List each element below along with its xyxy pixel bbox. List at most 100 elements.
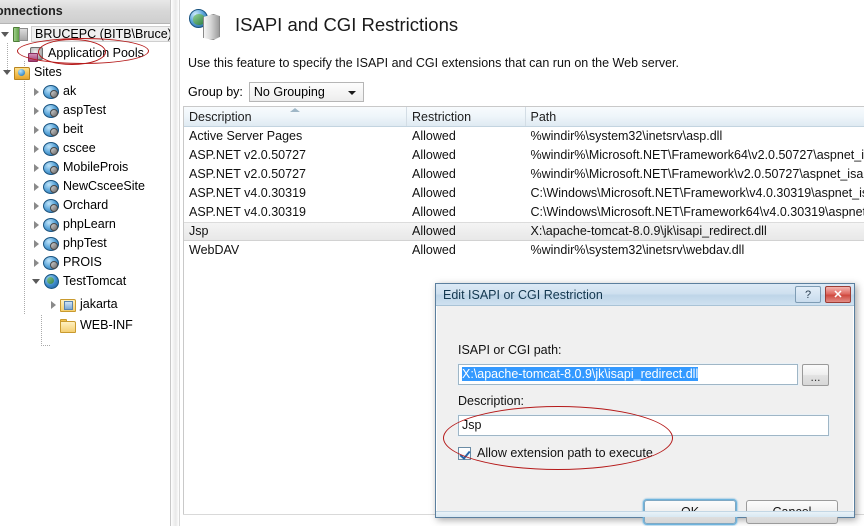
dialog-title: Edit ISAPI or CGI Restriction: [443, 287, 603, 302]
table-row[interactable]: ASP.NET v2.0.50727 Allowed %windir%\Micr…: [184, 165, 864, 184]
tree-item-site-ak[interactable]: ak: [0, 82, 170, 100]
table-row[interactable]: ASP.NET v4.0.30319 Allowed C:\Windows\Mi…: [184, 184, 864, 203]
tree-item-label: jakarta: [80, 297, 118, 311]
cell-path: C:\Windows\Microsoft.NET\Framework\v4.0.…: [530, 185, 864, 200]
tree-item-label: aspTest: [63, 103, 107, 117]
connections-pane-header: Connections: [0, 0, 170, 24]
chevron-collapsed-icon[interactable]: [31, 124, 42, 135]
chevron-expanded-icon[interactable]: [31, 276, 42, 287]
dialog-titlebar[interactable]: Edit ISAPI or CGI Restriction ? ✕: [436, 284, 854, 306]
isapi-path-input[interactable]: X:\apache-tomcat-8.0.9\jk\isapi_redirect…: [458, 364, 798, 385]
cell-path: %windir%\system32\inetsrv\asp.dll: [530, 128, 723, 143]
chevron-collapsed-icon[interactable]: [31, 238, 42, 249]
chevron-collapsed-icon[interactable]: [31, 86, 42, 97]
cell-description: Jsp: [189, 224, 209, 238]
site-icon: [43, 216, 59, 232]
cell-description: ASP.NET v4.0.30319: [189, 204, 306, 219]
tree-item-label: beit: [63, 122, 84, 136]
tree-item-site-mobileprois[interactable]: MobileProis: [0, 158, 170, 176]
cell-path: X:\apache-tomcat-8.0.9\jk\isapi_redirect…: [530, 224, 767, 238]
cell-restriction: Allowed: [412, 147, 456, 162]
cell-restriction: Allowed: [412, 224, 456, 238]
group-by-dropdown[interactable]: No Grouping: [248, 82, 364, 102]
checkbox-checked-icon[interactable]: [458, 446, 471, 460]
cell-path: %windir%\Microsoft.NET\Framework64\v2.0.…: [530, 147, 864, 162]
application-pools-icon: [28, 45, 44, 62]
site-icon: [43, 140, 59, 156]
chevron-collapsed-icon[interactable]: [31, 181, 42, 192]
edit-isapi-cgi-restriction-dialog: Edit ISAPI or CGI Restriction ? ✕ ISAPI …: [435, 283, 855, 524]
description-input[interactable]: Jsp: [458, 415, 829, 436]
tree-item-site-asptest[interactable]: aspTest: [0, 101, 170, 119]
table-row[interactable]: Jsp Allowed X:\apache-tomcat-8.0.9\jk\is…: [184, 222, 864, 241]
tree-item-label: Application Pools: [48, 46, 144, 60]
isapi-cgi-restrictions-icon: [187, 6, 227, 44]
tree-connector-line: [41, 345, 50, 346]
connections-pane-title: Connections: [0, 4, 63, 18]
allow-execute-checkbox-row[interactable]: Allow extension path to execute: [458, 446, 653, 460]
tree-item-application-pools[interactable]: Application Pools: [0, 44, 170, 62]
chevron-expanded-icon[interactable]: [0, 29, 11, 40]
table-row[interactable]: ASP.NET v4.0.30319 Allowed C:\Windows\Mi…: [184, 203, 864, 222]
chevron-expanded-icon[interactable]: [2, 67, 13, 78]
connections-pane: Connections BRUCEPC (BITB\Bruce) Applica…: [0, 0, 170, 526]
chevron-collapsed-icon[interactable]: [31, 200, 42, 211]
cell-restriction: Allowed: [412, 128, 456, 143]
tree-item-label: BRUCEPC (BITB\Bruce): [31, 26, 170, 42]
site-icon: [43, 235, 59, 251]
column-header-description[interactable]: Description: [184, 107, 408, 126]
tree-item-site-phptest[interactable]: phpTest: [0, 234, 170, 252]
isapi-path-value: X:\apache-tomcat-8.0.9\jk\isapi_redirect…: [462, 367, 699, 381]
chevron-down-icon[interactable]: [347, 91, 356, 95]
chevron-collapsed-icon[interactable]: [31, 162, 42, 173]
tree-item-site-beit[interactable]: beit: [0, 120, 170, 138]
description-label-text: Description:: [458, 394, 524, 408]
table-row[interactable]: Active Server Pages Allowed %windir%\sys…: [184, 127, 864, 146]
site-icon: [43, 254, 59, 270]
tree-item-site-testtomcat[interactable]: TestTomcat: [0, 272, 170, 290]
column-header-restriction[interactable]: Restriction: [407, 107, 526, 126]
close-icon[interactable]: ✕: [825, 286, 851, 303]
cell-path: C:\Windows\Microsoft.NET\Framework64\v4.…: [530, 204, 864, 219]
chevron-collapsed-icon[interactable]: [31, 105, 42, 116]
connections-tree[interactable]: BRUCEPC (BITB\Bruce) Application Pools S…: [0, 25, 170, 526]
chevron-collapsed-icon[interactable]: [48, 299, 59, 310]
cell-description: ASP.NET v4.0.30319: [189, 185, 306, 200]
table-row[interactable]: ASP.NET v2.0.50727 Allowed %windir%\Micr…: [184, 146, 864, 165]
column-header-path[interactable]: Path: [526, 107, 864, 126]
page-header: ISAPI and CGI Restrictions: [181, 2, 864, 48]
help-icon-glyph: ?: [804, 288, 812, 301]
column-header-label: Path: [530, 110, 557, 124]
cell-description: ASP.NET v2.0.50727: [189, 166, 306, 181]
tree-item-sites[interactable]: Sites: [0, 63, 170, 81]
tree-item-label: NewCsceeSite: [63, 179, 145, 193]
chevron-collapsed-icon[interactable]: [31, 257, 42, 268]
chevron-collapsed-icon[interactable]: [31, 143, 42, 154]
tree-item-label: cscee: [63, 141, 96, 155]
tree-item-site-orchard[interactable]: Orchard: [0, 196, 170, 214]
site-icon: [43, 102, 59, 118]
tree-item-virtual-directory-jakarta[interactable]: jakarta: [0, 295, 170, 313]
tree-item-folder-web-inf[interactable]: WEB-INF: [0, 316, 170, 334]
tree-item-site-cscee[interactable]: cscee: [0, 139, 170, 157]
tree-item-label: Orchard: [63, 198, 109, 212]
table-row[interactable]: WebDAV Allowed %windir%\system32\inetsrv…: [184, 241, 864, 260]
list-header-row: Description Restriction Path: [184, 107, 864, 127]
site-icon: [43, 197, 59, 213]
tree-item-site-phplearn[interactable]: phpLearn: [0, 215, 170, 233]
close-icon-glyph: ✕: [833, 289, 843, 301]
isapi-path-label-text: ISAPI or CGI path:: [458, 343, 562, 357]
tree-item-label: TestTomcat: [63, 274, 127, 288]
group-by-label: Group by:: [188, 85, 243, 99]
tree-item-site-newcsceesite[interactable]: NewCsceeSite: [0, 177, 170, 195]
tree-item-site-prois[interactable]: PROIS: [0, 253, 170, 271]
cell-description: Active Server Pages: [189, 128, 303, 143]
no-chevron-icon: [16, 48, 27, 59]
site-icon: [43, 273, 59, 289]
browse-button[interactable]: ...: [802, 364, 829, 386]
help-icon[interactable]: ?: [795, 286, 821, 303]
chevron-collapsed-icon[interactable]: [31, 219, 42, 230]
tree-item-server[interactable]: BRUCEPC (BITB\Bruce): [0, 25, 170, 43]
cell-path: %windir%\system32\inetsrv\webdav.dll: [530, 242, 745, 257]
pane-splitter[interactable]: [170, 0, 180, 526]
